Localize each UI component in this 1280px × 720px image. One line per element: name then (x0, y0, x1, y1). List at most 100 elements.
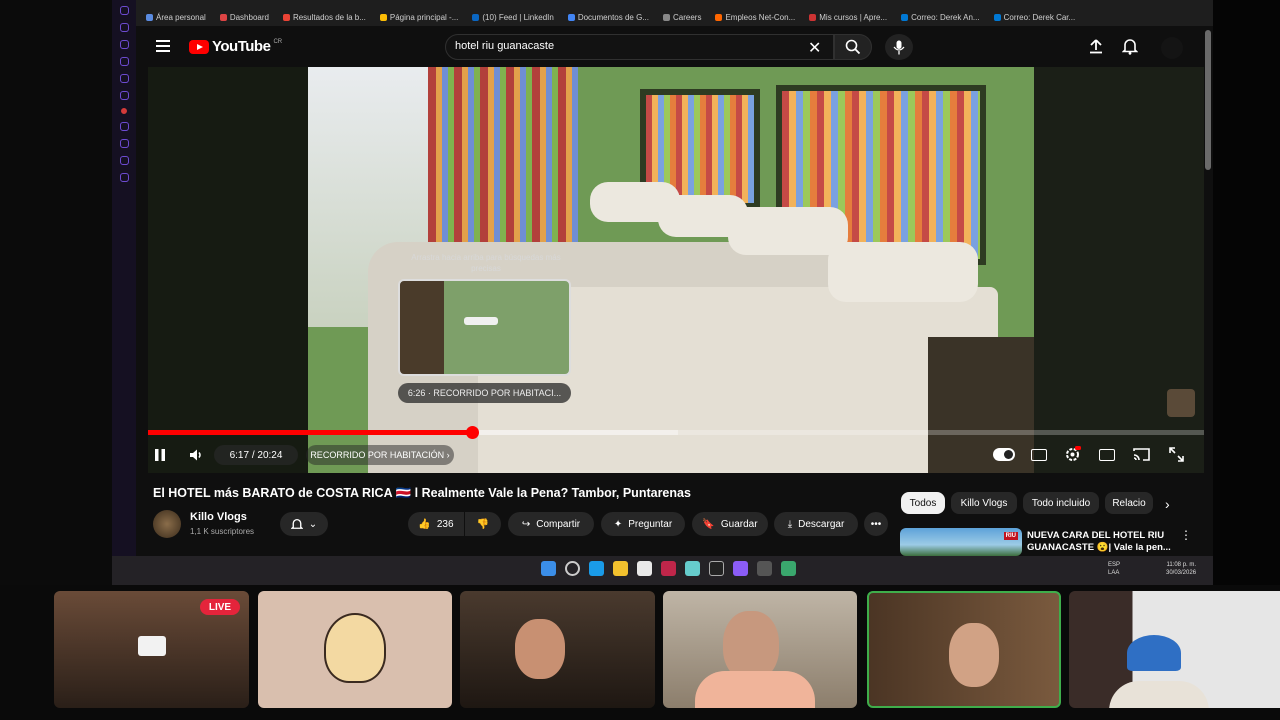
pause-button[interactable] (153, 447, 167, 468)
clear-search-icon[interactable]: ✕ (808, 38, 821, 58)
bookmark-item[interactable]: Documentos de G... (567, 13, 649, 22)
chip-all[interactable]: Todos (901, 492, 945, 514)
bookmark-item[interactable]: Mis cursos | Apre... (809, 13, 887, 22)
menu-icon[interactable] (156, 40, 170, 52)
ask-button[interactable]: ✦ Preguntar (601, 512, 685, 536)
chip-channel[interactable]: Killo Vlogs (951, 492, 1017, 514)
volume-button[interactable] (188, 447, 204, 468)
terminal-icon[interactable] (709, 561, 724, 576)
right-dark-margin (1213, 0, 1280, 585)
sidebar-app-icon[interactable] (119, 156, 129, 165)
cast-icon[interactable] (1133, 447, 1150, 467)
chip-all-inclusive[interactable]: Todo incluido (1023, 492, 1099, 514)
tray-language[interactable]: ESP LAA (1108, 561, 1120, 577)
app-icon[interactable] (757, 561, 772, 576)
file-explorer-icon[interactable] (613, 561, 628, 576)
participant-tile-avatar[interactable] (258, 591, 452, 708)
windows-start-icon[interactable] (541, 561, 556, 576)
sidebar-app-icon[interactable] (119, 173, 129, 182)
chrome-icon[interactable] (781, 561, 796, 576)
volume-icon (190, 449, 201, 461)
outlook-icon (901, 13, 909, 21)
bookmark-item[interactable]: (10) Feed | LinkedIn (472, 13, 554, 22)
bookmark-item[interactable]: Correo: Derek An... (901, 13, 980, 22)
subtitles-icon[interactable] (1031, 449, 1047, 461)
opera-icon[interactable] (661, 561, 676, 576)
drag-hint-text: Arrastra hacia arriba para búsquedas más… (411, 253, 561, 273)
left-dark-margin (0, 0, 112, 585)
chevron-right-icon[interactable]: › (1165, 496, 1170, 512)
bookmark-favicon-icon (219, 13, 227, 21)
voice-search-button[interactable] (885, 34, 913, 60)
participant-tile-active-speaker[interactable] (867, 591, 1061, 708)
share-icon: ↪ (521, 518, 531, 530)
download-button[interactable]: ⤓ Descargar (774, 512, 858, 536)
subscriber-count: 1,1 K suscriptores (190, 527, 255, 536)
sidebar-app-icon[interactable] (119, 139, 129, 148)
time-display: 6:17 / 20:24 (214, 445, 298, 465)
subscribed-button[interactable]: ⌄ (280, 512, 328, 536)
miniplayer-icon[interactable] (1099, 449, 1115, 461)
dislike-button[interactable]: 👎 (465, 512, 501, 536)
recommended-video-thumbnail[interactable]: RIU (900, 528, 1022, 556)
discord-icon[interactable] (733, 561, 748, 576)
more-vertical-icon[interactable]: ⋮ (1180, 528, 1192, 542)
cap (1127, 635, 1181, 671)
bookmark-item[interactable]: Área personal (146, 13, 206, 22)
search-icon[interactable] (565, 561, 580, 576)
sidebar-app-icon[interactable] (119, 6, 129, 15)
channel-name[interactable]: Killo Vlogs (190, 511, 247, 523)
search-query-text[interactable]: hotel riu guanacaste (455, 40, 554, 52)
share-button[interactable]: ↪ Compartir (508, 512, 594, 536)
sidebar-notification-icon[interactable] (121, 108, 127, 114)
seek-preview-thumbnail (398, 279, 571, 376)
bookmark-item[interactable]: Resultados de la b... (282, 13, 366, 22)
like-button[interactable]: 👍 236 (408, 512, 464, 536)
channel-watermark[interactable] (1167, 389, 1195, 417)
bookmark-item[interactable]: Dashboard (219, 13, 269, 22)
youtube-logo[interactable]: YouTube CR (189, 38, 282, 55)
bookmark-item[interactable]: Correo: Derek Car... (993, 13, 1075, 22)
settings-gear-icon[interactable] (1064, 446, 1081, 468)
sidebar-app-icon[interactable] (119, 74, 129, 83)
thumbs-up-icon: 👍 (418, 518, 431, 530)
sidebar-app-icon[interactable] (119, 91, 129, 100)
linkedin-icon (472, 13, 480, 21)
chapter-button[interactable]: RECORRIDO POR HABITACIÓN › (306, 445, 454, 465)
sidebar-app-icon[interactable] (119, 57, 129, 66)
notifications-bell-icon[interactable] (1121, 38, 1139, 60)
browser-tabstrip (136, 0, 1213, 8)
participant-tile[interactable] (663, 591, 857, 708)
chip-related[interactable]: Relacio (1105, 492, 1153, 514)
account-avatar[interactable] (1161, 37, 1183, 59)
video-player[interactable] (148, 67, 1204, 473)
edge-icon[interactable] (589, 561, 604, 576)
sidebar-app-icon[interactable] (119, 23, 129, 32)
microphone-icon (893, 40, 905, 54)
more-horizontal-icon: ••• (870, 518, 882, 530)
bookmark-item[interactable]: Empleos Net-Con... (715, 13, 795, 22)
store-icon[interactable] (637, 561, 652, 576)
participant-tile[interactable] (460, 591, 655, 708)
screen-share-icon (138, 636, 166, 656)
upload-icon[interactable] (1088, 38, 1104, 59)
page-scrollbar[interactable] (1205, 30, 1211, 170)
bookmark-item[interactable]: Careers (662, 13, 701, 22)
channel-avatar[interactable] (153, 510, 181, 538)
recommended-video-title[interactable]: NUEVA CARA DEL HOTEL RIU GUANACASTE 😮| V… (1027, 530, 1177, 554)
sidebar-app-icon[interactable] (119, 40, 129, 49)
search-button[interactable] (834, 34, 872, 60)
save-button[interactable]: 🔖 Guardar (692, 512, 768, 536)
browser-sidebar (112, 0, 136, 585)
autoplay-toggle[interactable] (993, 448, 1015, 461)
bookmark-favicon-icon (809, 13, 817, 21)
participant-tile[interactable] (1069, 591, 1280, 708)
taskbar-clock[interactable]: 11:08 p. m. 30/03/2026 (1166, 561, 1196, 577)
more-actions-button[interactable]: ••• (864, 512, 888, 536)
app-icon[interactable] (685, 561, 700, 576)
bookmark-icon: 🔖 (702, 518, 715, 530)
fullscreen-icon[interactable] (1169, 447, 1184, 467)
bookmarks-bar: Área personal Dashboard Resultados de la… (136, 8, 1213, 26)
sidebar-app-icon[interactable] (119, 122, 129, 131)
bookmark-item[interactable]: Página principal -... (379, 13, 458, 22)
